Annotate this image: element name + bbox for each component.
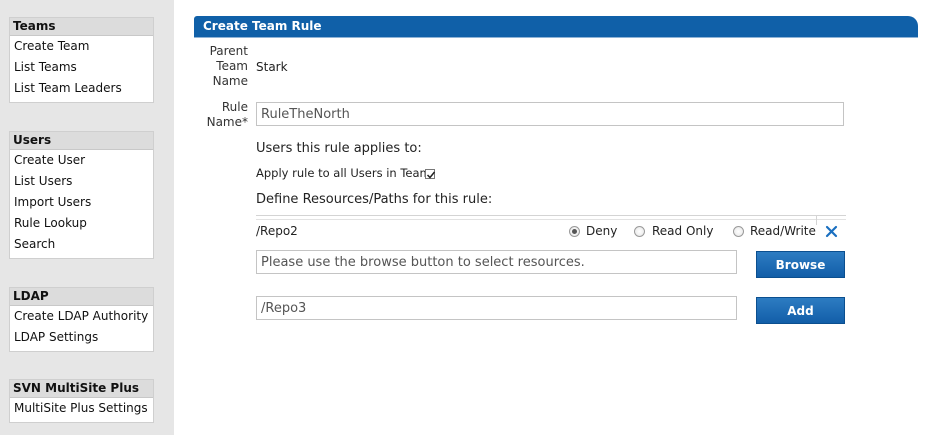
sidebar-item-create-team[interactable]: Create Team — [10, 36, 153, 57]
radio-read-write[interactable] — [733, 226, 744, 237]
browse-resource-input[interactable] — [256, 250, 737, 274]
sidebar-item-rule-lookup[interactable]: Rule Lookup — [10, 213, 153, 234]
sidebar-item-import-users[interactable]: Import Users — [10, 192, 153, 213]
sidebar-section-multisite: SVN MultiSite Plus MultiSite Plus Settin… — [9, 379, 154, 423]
users-applies-heading: Users this rule applies to: — [256, 141, 422, 156]
rule-name-label: Rule Name* — [194, 100, 248, 130]
label-line: Rule — [221, 100, 248, 114]
label-line: Team — [216, 59, 248, 73]
apply-all-label: Apply rule to all Users in Team — [256, 166, 431, 180]
app-root: Teams Create Team List Teams List Team L… — [0, 0, 950, 435]
radio-read-only-label: Read Only — [652, 224, 714, 238]
apply-all-checkbox[interactable] — [425, 169, 436, 179]
sidebar-section-users: Users Create User List Users Import User… — [9, 131, 154, 259]
table-column-separator — [816, 216, 817, 225]
sidebar-item-ldap-settings[interactable]: LDAP Settings — [10, 327, 153, 348]
radio-deny-label: Deny — [586, 224, 618, 238]
sidebar-item-list-users[interactable]: List Users — [10, 171, 153, 192]
checkmark-icon — [426, 171, 436, 179]
add-button[interactable]: Add — [756, 297, 845, 324]
rule-name-input[interactable] — [256, 102, 844, 126]
sidebar-item-create-ldap-authority[interactable]: Create LDAP Authority — [10, 306, 153, 327]
parent-team-name-label: Parent Team Name — [194, 44, 248, 89]
label-line: Name — [212, 74, 248, 88]
main-panel: Create Team Rule Parent Team Name Stark … — [174, 0, 950, 435]
add-path-input[interactable] — [256, 296, 737, 320]
sidebar-section-title: Users — [10, 132, 153, 150]
radio-deny[interactable] — [569, 226, 580, 237]
sidebar-section-title: Teams — [10, 18, 153, 36]
sidebar-section-title: LDAP — [10, 288, 153, 306]
sidebar: Teams Create Team List Teams List Team L… — [0, 0, 174, 435]
sidebar-item-search[interactable]: Search — [10, 234, 153, 255]
browse-button[interactable]: Browse — [756, 251, 845, 278]
table-header-divider — [256, 219, 846, 220]
remove-resource-close-icon[interactable] — [825, 225, 838, 238]
radio-read-write-label: Read/Write — [750, 224, 816, 238]
sidebar-item-multisite-plus-settings[interactable]: MultiSite Plus Settings — [10, 398, 153, 419]
panel-title-divider — [194, 37, 918, 38]
label-line: Name* — [206, 115, 248, 129]
sidebar-section-title: SVN MultiSite Plus — [10, 380, 153, 398]
resource-path: /Repo2 — [256, 224, 298, 238]
sidebar-item-list-teams[interactable]: List Teams — [10, 57, 153, 78]
resources-heading: Define Resources/Paths for this rule: — [256, 192, 493, 207]
label-line: Parent — [209, 44, 248, 58]
panel-title: Create Team Rule — [194, 16, 918, 37]
sidebar-item-create-user[interactable]: Create User — [10, 150, 153, 171]
radio-read-only[interactable] — [634, 226, 645, 237]
sidebar-item-list-team-leaders[interactable]: List Team Leaders — [10, 78, 153, 99]
sidebar-section-ldap: LDAP Create LDAP Authority LDAP Settings — [9, 287, 154, 352]
parent-team-name-value: Stark — [256, 60, 288, 74]
sidebar-section-teams: Teams Create Team List Teams List Team L… — [9, 17, 154, 103]
